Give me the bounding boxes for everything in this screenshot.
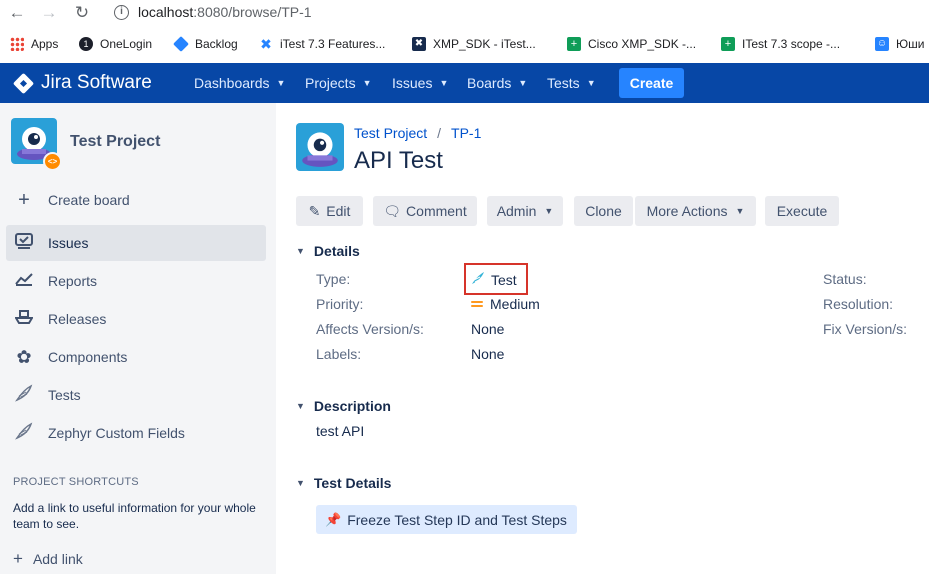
edit-button[interactable]: ✎ Edit — [296, 196, 363, 226]
freeze-test-steps-button[interactable]: 📌 Freeze Test Step ID and Test Steps — [316, 505, 577, 534]
project-shortcuts-heading: PROJECT SHORTCUTS — [13, 476, 139, 488]
jira-logo-icon — [12, 72, 35, 94]
sidebar-item-create-board[interactable]: + Create board — [6, 182, 266, 218]
description-text[interactable]: test API — [316, 423, 364, 439]
clone-button[interactable]: Clone — [574, 196, 633, 226]
chart-icon — [14, 272, 34, 291]
puzzle-icon: ✿ — [16, 346, 32, 367]
browser-url-bar: ← → ↻ i localhost:8080/browse/TP-1 — [0, 0, 929, 26]
execute-button[interactable]: Execute — [765, 196, 839, 226]
bookmark-itest-scope[interactable]: + ITest 7.3 scope -... — [721, 35, 840, 53]
nav-boards[interactable]: Boards ▼ — [467, 75, 527, 91]
fix-version-label: Fix Version/s: — [823, 321, 908, 337]
test-details-section-toggle[interactable]: ▼ Test Details — [296, 475, 391, 491]
labels-label: Labels: — [316, 346, 362, 362]
medium-priority-icon — [471, 299, 483, 309]
details-section-toggle[interactable]: ▼ Details — [296, 243, 360, 259]
nav-dashboards[interactable]: Dashboards ▼ — [194, 75, 285, 91]
bookmark-itest-features[interactable]: ✖ iTest 7.3 Features... — [259, 35, 385, 53]
issues-icon — [14, 232, 34, 254]
chevron-down-icon: ▼ — [296, 478, 305, 488]
confluence-icon: ✖ — [260, 36, 272, 52]
sidebar-item-zephyr-custom-fields[interactable]: Zephyr Custom Fields — [6, 415, 266, 451]
type-label: Type: — [316, 271, 351, 287]
chevron-down-icon: ▼ — [362, 78, 372, 88]
breadcrumb-separator: / — [437, 125, 442, 141]
chevron-down-icon: ▼ — [296, 246, 305, 256]
bookmark-yushi[interactable]: ☺ Юши — [875, 35, 924, 53]
url-input[interactable]: localhost:8080/browse/TP-1 — [138, 4, 312, 20]
add-link-button[interactable]: + Add link — [13, 549, 83, 569]
breadcrumb: Test Project / TP-1 — [354, 125, 481, 141]
apps-grid-icon — [10, 37, 24, 51]
ship-icon — [14, 309, 34, 330]
sidebar-item-components[interactable]: ✿ Components — [6, 339, 266, 375]
type-value: Test — [471, 271, 517, 288]
status-label: Status: — [823, 271, 867, 287]
sidebar-item-issues[interactable]: Issues — [6, 225, 266, 261]
bookmark-cisco-xmp[interactable]: + Cisco XMP_SDK -... — [567, 35, 696, 53]
project-shortcuts-description: Add a link to useful information for you… — [13, 501, 256, 531]
project-name[interactable]: Test Project — [70, 133, 160, 151]
more-actions-dropdown-button[interactable]: More Actions ▼ — [635, 196, 756, 226]
chevron-down-icon: ▼ — [518, 78, 528, 88]
nav-issues[interactable]: Issues ▼ — [392, 75, 448, 91]
bookmark-backlog[interactable]: Backlog — [173, 35, 238, 53]
description-section-toggle[interactable]: ▼ Description — [296, 398, 391, 414]
pencil-icon: ✎ — [308, 202, 321, 219]
jira-logo[interactable]: Jira Software — [12, 72, 152, 94]
sheets-icon: + — [567, 37, 581, 51]
comment-button[interactable]: 🗨 Comment — [373, 196, 477, 226]
labels-value[interactable]: None — [471, 346, 504, 362]
plus-icon: + — [13, 549, 23, 568]
reload-icon[interactable]: ↻ — [71, 2, 93, 24]
sidebar-item-reports[interactable]: Reports — [6, 263, 266, 299]
chevron-down-icon: ▼ — [735, 206, 745, 216]
affects-version-label: Affects Version/s: — [316, 321, 424, 337]
bookmark-xmp-sdk[interactable]: ✖ XMP_SDK - iTest... — [412, 35, 536, 53]
alien-ufo-icon — [302, 132, 338, 167]
breadcrumb-issue-key-link[interactable]: TP-1 — [451, 125, 481, 141]
chevron-down-icon: ▼ — [544, 206, 554, 216]
chevron-down-icon: ▼ — [586, 78, 596, 88]
bookmark-apps[interactable]: Apps — [10, 35, 58, 53]
confluence-icon: ✖ — [412, 37, 426, 51]
site-info-icon[interactable]: i — [114, 5, 129, 20]
sidebar-item-tests[interactable]: Tests — [6, 377, 266, 413]
priority-value: Medium — [471, 296, 540, 312]
test-type-feather-icon — [471, 271, 485, 288]
forward-icon[interactable]: → — [38, 2, 60, 24]
plus-icon: + — [18, 188, 30, 211]
bookmarks-bar: Apps 1 OneLogin Backlog ✖ iTest 7.3 Feat… — [0, 30, 929, 58]
chevron-down-icon: ▼ — [439, 78, 449, 88]
nav-tests[interactable]: Tests ▼ — [547, 75, 596, 91]
pin-icon: 📌 — [325, 511, 342, 527]
breadcrumb-project-link[interactable]: Test Project — [354, 125, 427, 141]
resolution-label: Resolution: — [823, 296, 894, 312]
feather-icon — [14, 422, 34, 445]
affects-version-value: None — [471, 321, 505, 337]
admin-dropdown-button[interactable]: Admin ▼ — [487, 196, 563, 226]
software-project-badge-icon: <> — [43, 152, 62, 171]
sidebar-item-releases[interactable]: Releases — [6, 301, 266, 337]
issue-summary-title[interactable]: API Test — [354, 147, 443, 175]
jira-icon — [173, 36, 189, 52]
jira-top-nav: Jira Software Dashboards ▼ Projects ▼ Issu… — [0, 63, 929, 103]
comment-icon: 🗨 — [383, 202, 402, 219]
create-button[interactable]: Create — [619, 68, 684, 98]
issue-project-avatar[interactable] — [296, 123, 344, 171]
nav-projects[interactable]: Projects ▼ — [305, 75, 372, 91]
feather-icon — [14, 384, 34, 407]
bookmark-onelogin[interactable]: 1 OneLogin — [79, 35, 152, 53]
onelogin-icon: 1 — [79, 37, 93, 51]
back-icon[interactable]: ← — [6, 2, 28, 24]
priority-label: Priority: — [316, 296, 364, 312]
chevron-down-icon: ▼ — [276, 78, 286, 88]
chevron-down-icon: ▼ — [296, 401, 305, 411]
sheets-icon: + — [721, 37, 735, 51]
smiley-icon: ☺ — [875, 37, 889, 51]
